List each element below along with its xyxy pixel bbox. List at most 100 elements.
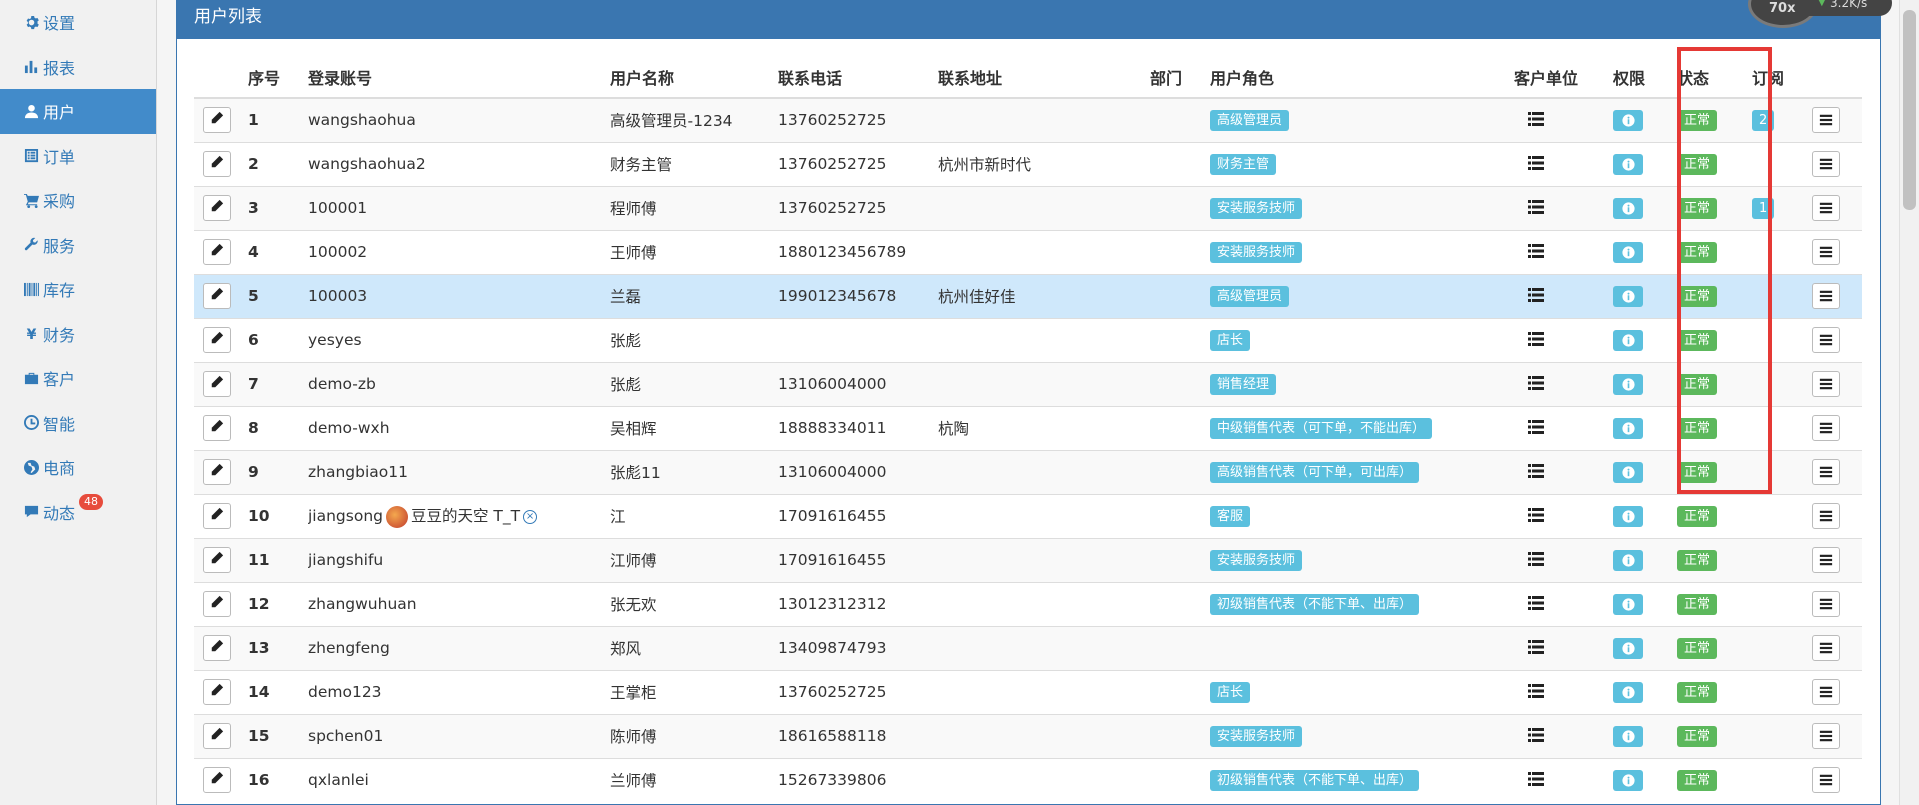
edit-button[interactable] bbox=[203, 679, 231, 705]
edit-button[interactable] bbox=[203, 503, 231, 529]
edit-button[interactable] bbox=[203, 371, 231, 397]
edit-button[interactable] bbox=[203, 415, 231, 441]
sidebar-item-6[interactable]: 库存 bbox=[0, 267, 156, 312]
subscription-badge[interactable]: 2 bbox=[1752, 109, 1775, 131]
row-menu-button[interactable] bbox=[1812, 635, 1840, 661]
row-menu-button[interactable] bbox=[1812, 107, 1840, 134]
unbind-close-icon[interactable]: × bbox=[523, 509, 538, 524]
list-icon[interactable] bbox=[1528, 243, 1544, 259]
edit-button[interactable] bbox=[203, 459, 231, 485]
row-menu-button[interactable] bbox=[1812, 547, 1840, 573]
edit-button[interactable] bbox=[203, 327, 231, 353]
info-icon bbox=[1621, 729, 1635, 743]
row-menu-button[interactable] bbox=[1812, 239, 1840, 265]
row-menu-button[interactable] bbox=[1812, 679, 1840, 705]
list-icon[interactable] bbox=[1528, 331, 1544, 347]
permission-info-button[interactable] bbox=[1613, 285, 1643, 307]
permission-info-button[interactable] bbox=[1613, 153, 1643, 175]
list-icon[interactable] bbox=[1528, 419, 1544, 435]
row-menu-button[interactable] bbox=[1812, 459, 1840, 485]
edit-button[interactable] bbox=[203, 195, 231, 221]
sidebar-item-1[interactable]: 报表 bbox=[0, 45, 156, 90]
list-icon[interactable] bbox=[1528, 727, 1544, 743]
sidebar-item-2[interactable]: 用户 bbox=[0, 89, 156, 134]
edit-button[interactable] bbox=[203, 283, 231, 309]
permission-info-button[interactable] bbox=[1613, 417, 1643, 439]
row-menu-button[interactable] bbox=[1812, 723, 1840, 749]
page-scrollbar[interactable] bbox=[1899, 0, 1919, 805]
list-icon[interactable] bbox=[1528, 287, 1544, 303]
list-icon[interactable] bbox=[1528, 463, 1544, 479]
permission-info-button[interactable] bbox=[1613, 637, 1643, 659]
list-icon[interactable] bbox=[1528, 771, 1544, 787]
row-menu-button[interactable] bbox=[1812, 503, 1840, 529]
row-menu-button[interactable] bbox=[1812, 591, 1840, 617]
permission-cell bbox=[1613, 757, 1677, 802]
permission-info-button[interactable] bbox=[1613, 461, 1643, 483]
sidebar-item-9[interactable]: 智能 bbox=[0, 401, 156, 446]
permission-info-button[interactable] bbox=[1613, 329, 1643, 351]
permission-info-button[interactable] bbox=[1613, 549, 1643, 571]
row-menu-button[interactable] bbox=[1812, 195, 1840, 221]
row-menu-button[interactable] bbox=[1812, 415, 1840, 441]
svg-text:¥: ¥ bbox=[26, 327, 36, 341]
edit-button[interactable] bbox=[203, 239, 231, 265]
sidebar-item-11[interactable]: 动态 48 bbox=[0, 490, 156, 535]
sidebar-item-7[interactable]: ¥ 财务 bbox=[0, 312, 156, 357]
status-label: 正常 bbox=[1677, 373, 1718, 395]
row-menu-button[interactable] bbox=[1812, 283, 1840, 309]
permission-info-button[interactable] bbox=[1613, 197, 1643, 219]
sidebar-item-10[interactable]: 电商 bbox=[0, 445, 156, 490]
sidebar-item-4[interactable]: 采购 bbox=[0, 178, 156, 223]
menu-icon bbox=[1819, 553, 1833, 567]
list-icon[interactable] bbox=[1528, 155, 1544, 171]
permission-info-button[interactable] bbox=[1613, 769, 1643, 791]
menu-icon bbox=[1819, 113, 1833, 127]
row-menu-button[interactable] bbox=[1812, 371, 1840, 397]
list-icon[interactable] bbox=[1528, 507, 1544, 523]
account-text: zhangbiao11 bbox=[308, 463, 408, 481]
edit-button[interactable] bbox=[203, 547, 231, 573]
sidebar-item-8[interactable]: 客户 bbox=[0, 356, 156, 401]
permission-info-button[interactable] bbox=[1613, 241, 1643, 263]
row-menu-button[interactable] bbox=[1812, 151, 1840, 177]
list-icon[interactable] bbox=[1528, 595, 1544, 611]
sidebar-item-0[interactable]: 设置 bbox=[0, 0, 156, 45]
status-cell: 正常 bbox=[1677, 273, 1752, 318]
scrollbar-thumb[interactable] bbox=[1903, 10, 1916, 210]
status-label: 正常 bbox=[1677, 285, 1718, 307]
list-icon[interactable] bbox=[1528, 639, 1544, 655]
edit-button[interactable] bbox=[203, 107, 231, 134]
subscription-badge[interactable]: 1 bbox=[1752, 197, 1775, 219]
account-text: wangshaohua bbox=[308, 111, 416, 130]
permission-info-button[interactable] bbox=[1613, 725, 1643, 747]
permission-info-button[interactable] bbox=[1613, 681, 1643, 703]
permission-info-button[interactable] bbox=[1613, 505, 1643, 527]
permission-info-button[interactable] bbox=[1613, 109, 1643, 131]
permission-info-button[interactable] bbox=[1613, 593, 1643, 615]
customer-unit-cell bbox=[1514, 185, 1613, 230]
sidebar-item-5[interactable]: 服务 bbox=[0, 223, 156, 268]
row-menu-button[interactable] bbox=[1812, 327, 1840, 353]
menu-cell bbox=[1812, 273, 1862, 318]
edit-button[interactable] bbox=[203, 635, 231, 661]
list-icon[interactable] bbox=[1528, 375, 1544, 391]
list-icon[interactable] bbox=[1528, 199, 1544, 215]
edit-button[interactable] bbox=[203, 723, 231, 749]
status-label: 正常 bbox=[1677, 329, 1718, 351]
sidebar-item-3[interactable]: 订单 bbox=[0, 134, 156, 179]
edit-button[interactable] bbox=[203, 151, 231, 177]
edit-button[interactable] bbox=[203, 767, 231, 794]
row-menu-button[interactable] bbox=[1812, 767, 1840, 794]
subscription-cell bbox=[1752, 449, 1812, 494]
list-icon[interactable] bbox=[1528, 551, 1544, 567]
menu-icon bbox=[1819, 509, 1833, 523]
role-cell: 安装服务技师 bbox=[1210, 713, 1514, 758]
edit-button[interactable] bbox=[203, 591, 231, 617]
col-action bbox=[194, 56, 248, 99]
list-icon[interactable] bbox=[1528, 683, 1544, 699]
permission-info-button[interactable] bbox=[1613, 373, 1643, 395]
list-icon[interactable] bbox=[1528, 111, 1544, 127]
customer-unit-cell bbox=[1514, 229, 1613, 274]
address-cell bbox=[938, 713, 1150, 758]
